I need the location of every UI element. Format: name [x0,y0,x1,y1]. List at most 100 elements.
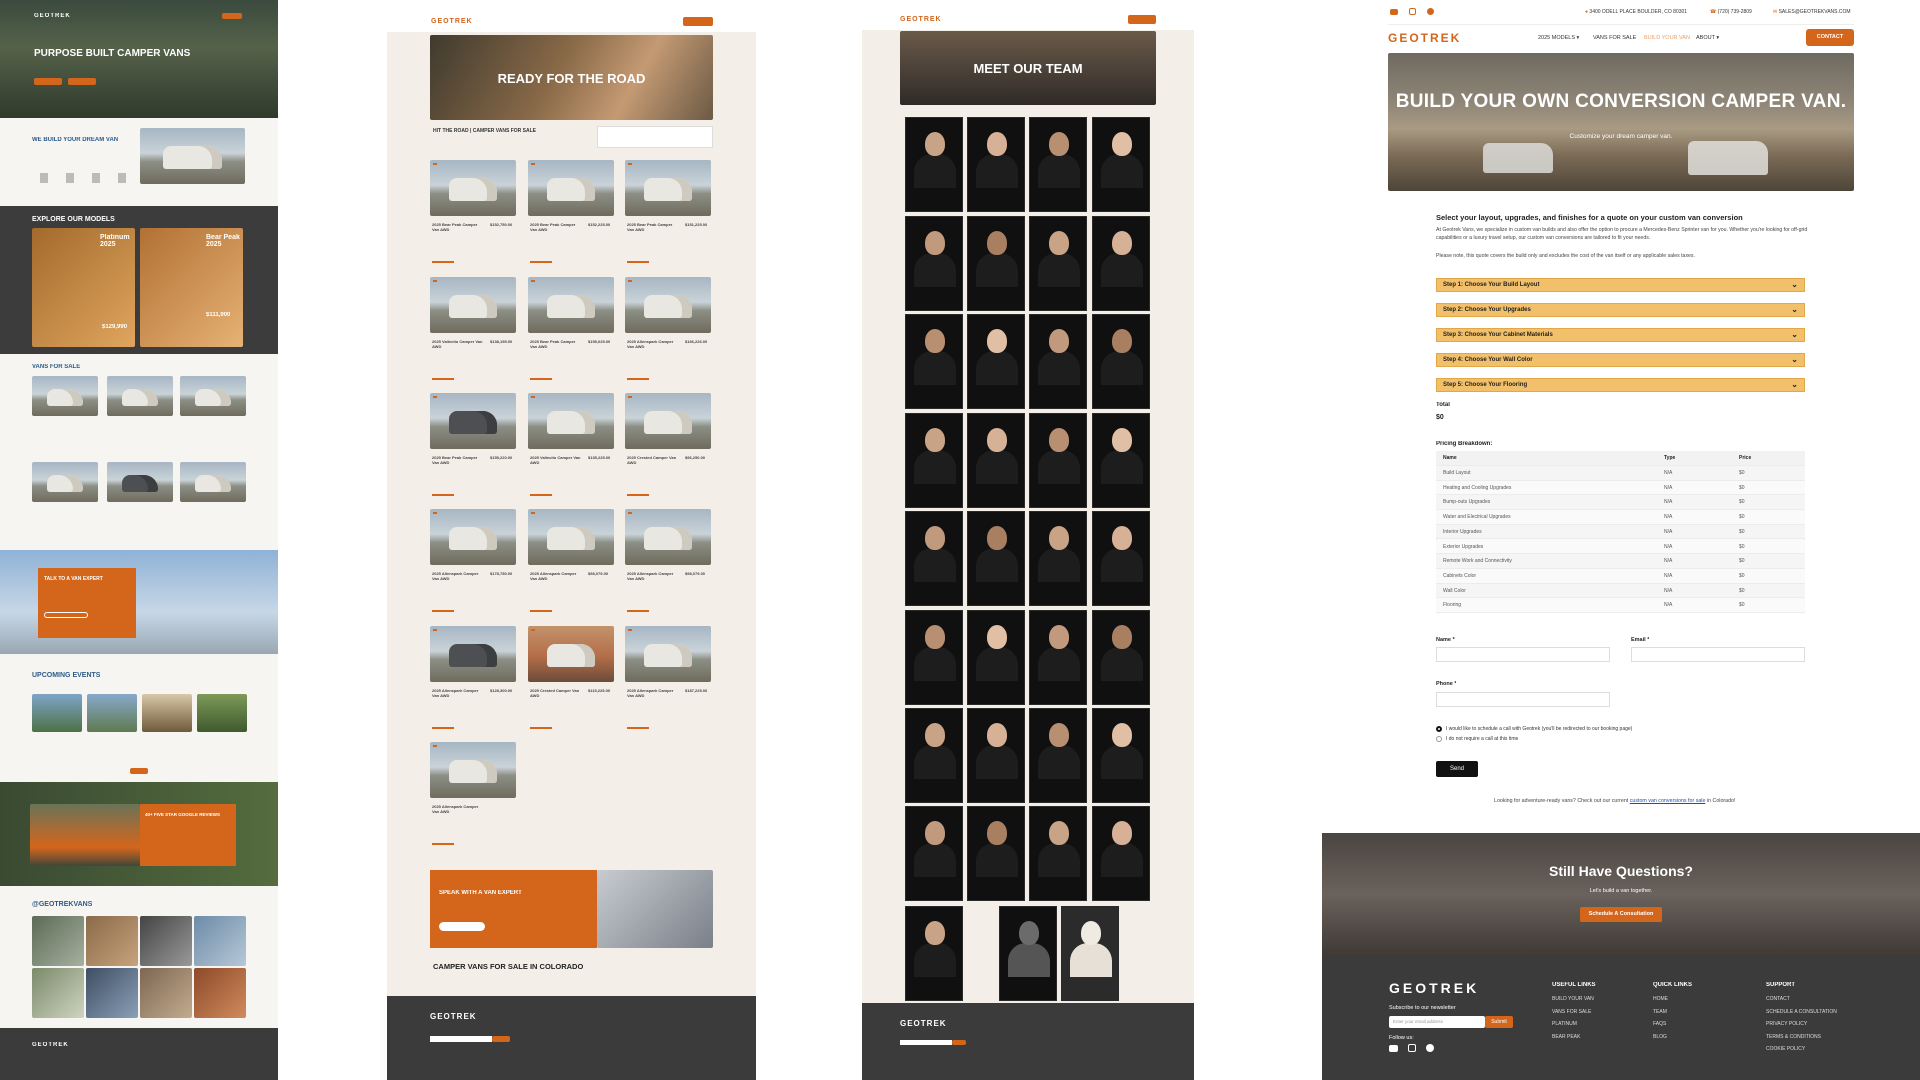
topbar-address[interactable]: ● 3400 ODELL PLACE BOULDER, CO 80301 [1585,9,1687,15]
listing-title[interactable]: 2025 Bear Peak Camper Van AWD [627,222,679,232]
team-footer-email[interactable] [900,1040,952,1045]
insta-image[interactable] [194,968,246,1018]
learn-more-link[interactable] [530,610,552,612]
listing-title[interactable]: 2025 Allenspark Camper Van AWD [627,571,679,581]
nav-build-your-van[interactable]: BUILD YOUR VAN [1644,35,1690,41]
step-4-accordion[interactable]: Step 4: Choose Your Wall Color ⌄ [1436,353,1805,367]
listing-title[interactable]: 2025 Allenspark Camper Van AWD [627,688,679,698]
event-image[interactable] [32,694,82,732]
home-contact-button[interactable] [222,13,242,19]
footer-link[interactable]: BEAR PEAK [1552,1031,1594,1044]
adventure-link[interactable]: custom van conversions for sale [1630,798,1706,804]
learn-more-link[interactable] [432,610,454,612]
learn-more-link[interactable] [530,261,552,263]
listing-image[interactable] [625,393,711,449]
learn-more-link[interactable] [627,494,649,496]
team-logo[interactable]: GEOTREK [900,16,942,23]
listing-title[interactable]: 2025 Crested Camper Van AWD [627,455,679,465]
sale-thumb[interactable] [107,376,173,416]
insta-image[interactable] [86,968,138,1018]
listing-image[interactable] [625,160,711,216]
footer-youtube-icon[interactable] [1389,1045,1398,1052]
team-contact-button[interactable] [1128,15,1156,24]
footer-link[interactable]: BLOG [1653,1031,1668,1044]
listing-title[interactable]: 2025 Bear Peak Camper Van AWD [432,455,484,465]
sale-thumb[interactable] [107,462,173,502]
listing-title[interactable]: 2025 Bear Peak Camper Van AWD [530,222,582,232]
footer-link[interactable]: SCHEDULE A CONSULTATION [1766,1006,1837,1019]
learn-more-link[interactable] [432,494,454,496]
footer-link[interactable]: HOME [1653,993,1668,1006]
listing-title[interactable]: 2025 Vallecito Camper Van AWD [530,455,582,465]
event-image[interactable] [87,694,137,732]
listing-title[interactable]: 2025 Bear Peak Camper Van AWD [432,222,484,232]
event-image[interactable] [142,694,192,732]
speak-expert-button[interactable] [439,922,485,931]
learn-more-link[interactable] [432,727,454,729]
listing-title[interactable]: 2025 Allenspark Camper Van AWD [432,688,484,698]
home-footer-logo[interactable]: GEOTREK [32,1042,69,1048]
topbar-phone[interactable]: ☎ (720) 739-2809 [1710,9,1752,15]
learn-more-link[interactable] [530,727,552,729]
vfs-logo[interactable]: GEOTREK [431,18,473,25]
learn-more-link[interactable] [432,261,454,263]
learn-more-link[interactable] [627,727,649,729]
model-card-platinum[interactable]: Platinum 2025 $129,990 [32,228,135,347]
footer-link[interactable]: PLATINUM [1552,1018,1594,1031]
schedule-call-radio[interactable] [1436,726,1442,732]
insta-image[interactable] [194,916,246,966]
insta-image[interactable] [140,968,192,1018]
footer-link[interactable]: FAQS [1653,1018,1668,1031]
listing-title[interactable]: 2025 Crested Camper Van AWD [530,688,582,698]
footer-link[interactable]: COOKIE POLICY [1766,1043,1837,1056]
learn-more-link[interactable] [627,261,649,263]
step-3-accordion[interactable]: Step 3: Choose Your Cabinet Materials ⌄ [1436,328,1805,342]
home-hero-button-2[interactable] [68,78,96,85]
no-call-radio[interactable] [1436,736,1442,742]
footer-link[interactable]: BUILD YOUR VAN [1552,993,1594,1006]
newsletter-email-input[interactable]: Enter your email address [1389,1016,1485,1028]
listing-image[interactable] [625,626,711,682]
step-5-accordion[interactable]: Step 5: Choose Your Flooring ⌄ [1436,378,1805,392]
footer-link[interactable]: VANS FOR SALE [1552,1006,1594,1019]
sale-thumb[interactable] [32,376,98,416]
events-more-button[interactable] [130,768,148,774]
instagram-icon[interactable] [1409,8,1416,15]
listing-title[interactable]: 2025 Allenspark Camper Van AWD [530,571,582,581]
sale-thumb[interactable] [180,376,246,416]
learn-more-link[interactable] [627,378,649,380]
step-2-accordion[interactable]: Step 2: Choose Your Upgrades ⌄ [1436,303,1805,317]
insta-image[interactable] [86,916,138,966]
talk-expert-button[interactable] [44,612,88,618]
nav-contact-button[interactable]: CONTACT [1806,29,1854,46]
listing-image[interactable] [430,626,516,682]
learn-more-link[interactable] [530,378,552,380]
listing-title[interactable]: 2025 Vallecito Camper Van AWD [432,339,484,349]
footer-link[interactable]: TERMS & CONDITIONS [1766,1031,1837,1044]
schedule-consultation-button[interactable]: Schedule A Consultation [1580,907,1662,922]
listing-title[interactable]: 2025 Allenspark Camper Van AWD [432,804,484,814]
listing-title[interactable]: 2025 Bear Peak Camper Van AWD [530,339,582,349]
youtube-icon[interactable] [1390,9,1398,15]
listing-image[interactable] [430,277,516,333]
vfs-footer-submit[interactable] [492,1036,510,1042]
nav-about[interactable]: ABOUT ▾ [1696,35,1719,41]
listing-image[interactable] [528,393,614,449]
listing-image[interactable] [430,509,516,565]
topbar-email[interactable]: ✉ SALES@GEOTREKVANS.COM [1773,9,1851,15]
vfs-footer-email[interactable] [430,1036,492,1042]
listing-image[interactable] [528,277,614,333]
sale-thumb[interactable] [32,462,98,502]
footer-facebook-icon[interactable] [1426,1044,1434,1052]
newsletter-submit-button[interactable]: Submit [1485,1016,1513,1028]
nav-2025-models[interactable]: 2025 MODELS ▾ [1538,35,1579,41]
team-footer-submit[interactable] [952,1040,966,1045]
send-button[interactable]: Send [1436,761,1478,777]
listing-title[interactable]: 2025 Allenspark Camper Van AWD [627,339,679,349]
footer-link[interactable]: CONTACT [1766,993,1837,1006]
learn-more-link[interactable] [432,843,454,845]
email-input[interactable] [1631,647,1805,662]
listing-image[interactable] [625,509,711,565]
step-1-accordion[interactable]: Step 1: Choose Your Build Layout ⌄ [1436,278,1805,292]
footer-instagram-icon[interactable] [1408,1044,1416,1052]
